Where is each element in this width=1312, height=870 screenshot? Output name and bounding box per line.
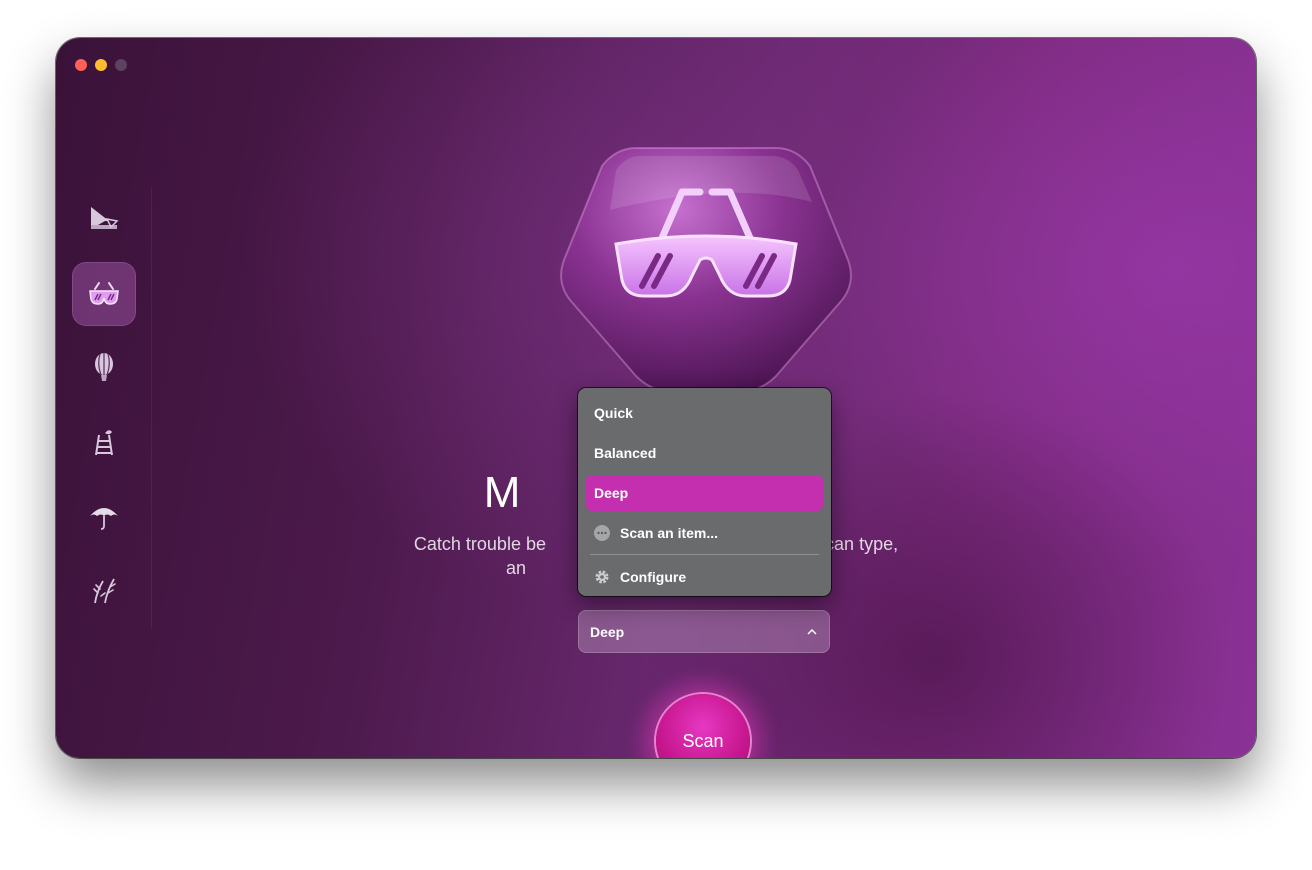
clutter-icon: [93, 578, 116, 604]
menu-item-label: Deep: [594, 485, 629, 501]
menu-item-label: Balanced: [594, 445, 657, 461]
sidebar-item-applications[interactable]: [72, 410, 136, 474]
menu-item-balanced[interactable]: Balanced: [586, 435, 823, 471]
sidebar-item-cleanup[interactable]: [72, 186, 136, 250]
protection-hero-icon: [560, 147, 852, 393]
scan-type-dropdown[interactable]: Deep: [578, 610, 830, 653]
sidebar-item-protection[interactable]: [72, 262, 136, 326]
app-window: M er Catch trouble be e your scan type, …: [56, 38, 1256, 758]
applications-icon: [95, 430, 113, 456]
umbrella-icon: [90, 508, 118, 530]
menu-item-quick[interactable]: Quick: [586, 395, 823, 431]
scan-type-selected: Deep: [590, 623, 625, 640]
more-icon: [594, 525, 610, 541]
gear-icon: [594, 569, 610, 585]
performance-icon: [95, 353, 113, 381]
menu-item-label: Scan an item...: [620, 525, 719, 541]
menu-item-configure[interactable]: Configure: [586, 559, 823, 595]
close-button[interactable]: [75, 59, 87, 71]
cleanup-icon: [91, 207, 119, 229]
menu-separator: [590, 554, 819, 555]
maximize-button[interactable]: [115, 59, 127, 71]
minimize-button[interactable]: [95, 59, 107, 71]
menu-item-scan-item[interactable]: Scan an item...: [586, 515, 823, 551]
sidebar-divider: [151, 188, 152, 628]
sidebar-item-performance[interactable]: [72, 336, 136, 400]
protection-icon: [89, 282, 119, 305]
sidebar-item-umbrella[interactable]: [72, 484, 136, 548]
menu-item-label: Quick: [594, 405, 633, 421]
menu-item-deep[interactable]: Deep: [586, 475, 823, 511]
sidebar-item-clutter[interactable]: [72, 558, 136, 622]
chevron-up-icon: [807, 628, 817, 635]
scan-type-menu: Quick Balanced Deep Scan an item... Conf…: [578, 388, 831, 596]
menu-item-label: Configure: [620, 569, 687, 585]
